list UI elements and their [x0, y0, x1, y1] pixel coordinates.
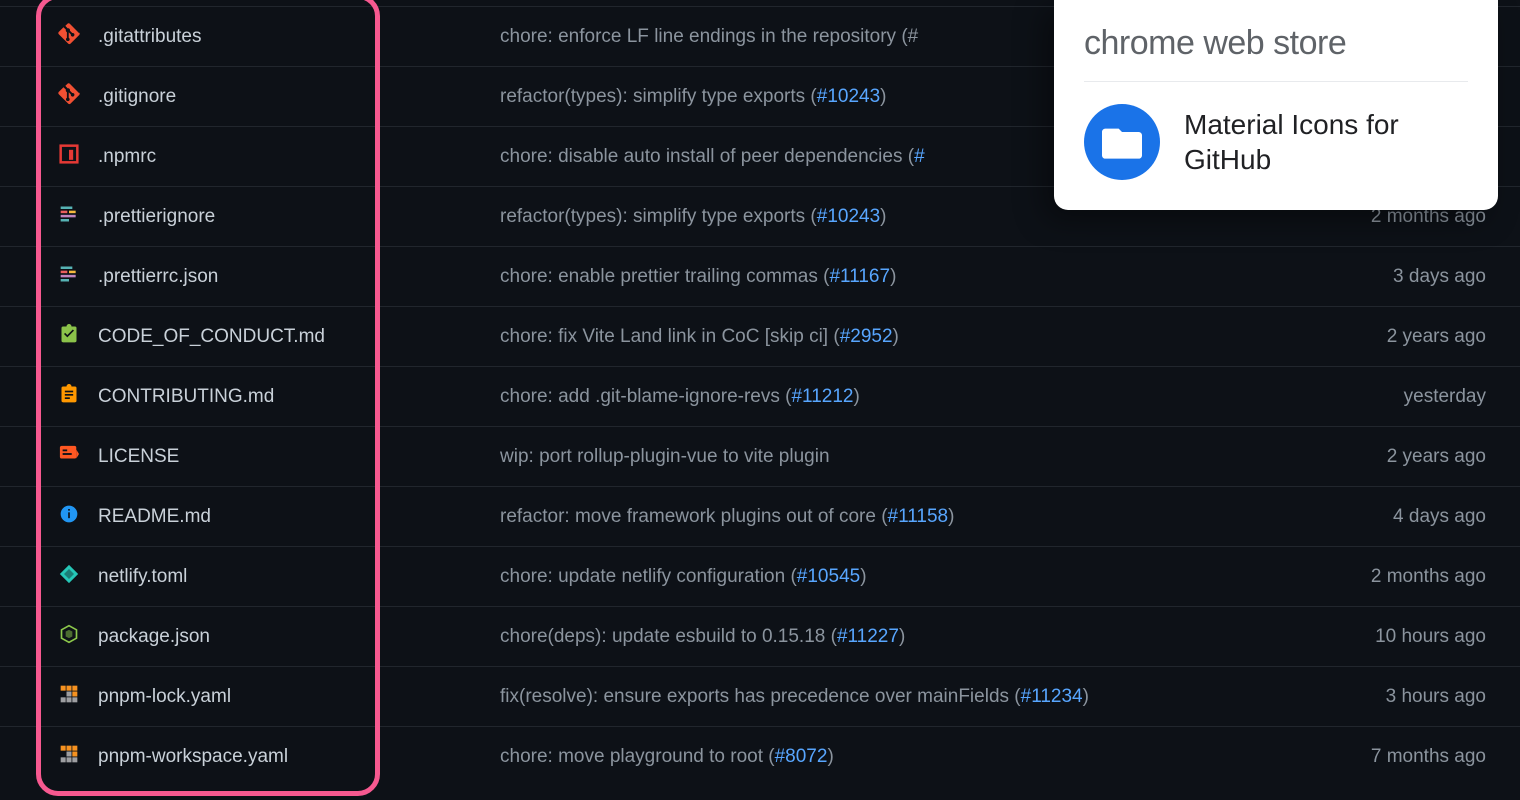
- commit-time: yesterday: [1300, 367, 1520, 427]
- file-row: README.md refactor: move framework plugin…: [0, 487, 1520, 547]
- file-name-link[interactable]: .prettierignore: [98, 206, 215, 227]
- file-name-link[interactable]: .npmrc: [98, 146, 156, 167]
- file-row: CODE_OF_CONDUCT.md chore: fix Vite Land l…: [0, 307, 1520, 367]
- file-name-link[interactable]: pnpm-workspace.yaml: [98, 746, 288, 767]
- pr-link[interactable]: #11212: [791, 386, 853, 407]
- pr-link[interactable]: #8072: [775, 746, 828, 767]
- file-name-link[interactable]: README.md: [98, 506, 211, 527]
- commit-time: 3 days ago: [1300, 247, 1520, 307]
- extension-name: Material Icons for GitHub: [1184, 107, 1468, 177]
- file-name-link[interactable]: CONTRIBUTING.md: [98, 386, 274, 407]
- npm-red-icon: [0, 127, 80, 187]
- file-row: package.json chore(deps): update esbuild …: [0, 607, 1520, 667]
- pr-link[interactable]: #10243: [817, 206, 880, 227]
- file-name-link[interactable]: netlify.toml: [98, 566, 187, 587]
- commit-time: 4 days ago: [1300, 487, 1520, 547]
- prettier-icon: [0, 187, 80, 247]
- commit-message[interactable]: refactor: move framework plugins out of …: [500, 487, 1300, 547]
- file-name-link[interactable]: .prettierrc.json: [98, 266, 218, 287]
- pnpm-orange-icon: [0, 667, 80, 727]
- store-label: chrome web store: [1084, 24, 1468, 82]
- git-orange-icon: [0, 7, 80, 67]
- pr-link[interactable]: #10243: [817, 86, 880, 107]
- pr-link[interactable]: #11227: [837, 626, 899, 647]
- check-green-icon: [0, 307, 80, 367]
- git-orange-icon: [0, 67, 80, 127]
- pr-link[interactable]: #2952: [840, 326, 893, 347]
- pr-link[interactable]: #11158: [888, 506, 949, 527]
- file-name-link[interactable]: LICENSE: [98, 446, 179, 467]
- file-name-link[interactable]: .gitignore: [98, 86, 176, 107]
- commit-message[interactable]: chore: enable prettier trailing commas (…: [500, 247, 1300, 307]
- file-row: LICENSE wip: port rollup-plugin-vue to vi…: [0, 427, 1520, 487]
- folder-icon: [1084, 104, 1160, 180]
- commit-message[interactable]: chore: add .git-blame-ignore-revs (#1121…: [500, 367, 1300, 427]
- commit-message[interactable]: chore: update netlify configuration (#10…: [500, 547, 1300, 607]
- pnpm-orange-icon: [0, 727, 80, 787]
- commit-time: 2 months ago: [1300, 547, 1520, 607]
- file-row: .prettierrc.json chore: enable prettier t…: [0, 247, 1520, 307]
- pr-link[interactable]: #11234: [1021, 686, 1083, 707]
- chrome-web-store-popup: chrome web store Material Icons for GitH…: [1054, 0, 1498, 210]
- commit-time: 3 hours ago: [1300, 667, 1520, 727]
- netlify-teal-icon: [0, 547, 80, 607]
- clipboard-orange-icon: [0, 367, 80, 427]
- commit-time: 2 years ago: [1300, 307, 1520, 367]
- file-row: pnpm-lock.yaml fix(resolve): ensure expor…: [0, 667, 1520, 727]
- file-name-link[interactable]: .gitattributes: [98, 26, 202, 47]
- file-name-link[interactable]: package.json: [98, 626, 210, 647]
- commit-message[interactable]: wip: port rollup-plugin-vue to vite plug…: [500, 427, 1300, 487]
- prettier-icon: [0, 247, 80, 307]
- commit-message[interactable]: chore(deps): update esbuild to 0.15.18 (…: [500, 607, 1300, 667]
- license-red-icon: [0, 427, 80, 487]
- info-blue-icon: [0, 487, 80, 547]
- commit-message[interactable]: fix(resolve): ensure exports has precede…: [500, 667, 1300, 727]
- node-green-icon: [0, 607, 80, 667]
- file-name-link[interactable]: pnpm-lock.yaml: [98, 686, 231, 707]
- file-row: CONTRIBUTING.md chore: add .git-blame-ign…: [0, 367, 1520, 427]
- extension-row[interactable]: Material Icons for GitHub: [1084, 104, 1468, 180]
- commit-time: 10 hours ago: [1300, 607, 1520, 667]
- file-name-link[interactable]: CODE_OF_CONDUCT.md: [98, 326, 325, 347]
- commit-message[interactable]: chore: move playground to root (#8072): [500, 727, 1300, 787]
- file-row: pnpm-workspace.yaml chore: move playgroun…: [0, 727, 1520, 787]
- pr-link[interactable]: #11167: [829, 266, 890, 287]
- file-row: netlify.toml chore: update netlify config…: [0, 547, 1520, 607]
- commit-time: 7 months ago: [1300, 727, 1520, 787]
- pr-link[interactable]: #10545: [797, 566, 860, 587]
- pr-link[interactable]: #: [914, 146, 925, 167]
- commit-message[interactable]: chore: fix Vite Land link in CoC [skip c…: [500, 307, 1300, 367]
- commit-time: 2 years ago: [1300, 427, 1520, 487]
